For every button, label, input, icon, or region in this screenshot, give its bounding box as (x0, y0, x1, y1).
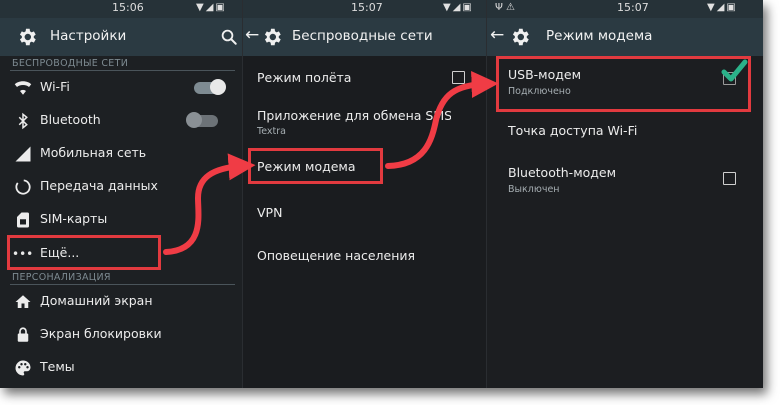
home-icon (15, 295, 31, 308)
bluetooth-icon (18, 112, 28, 130)
gear-icon (19, 28, 36, 46)
battery-status-icon: ▣ (462, 2, 474, 13)
app-bar: Настройки (0, 18, 243, 56)
status-time: 15:07 (351, 1, 383, 14)
section-personalization: ПЕРСОНАЛИЗАЦИЯ (12, 272, 111, 283)
list-item-sublabel: Выключен (508, 184, 560, 195)
wifi-status-icon: ▼ (443, 2, 453, 13)
section-wireless: БЕСПРОВОДНЫЕ СЕТИ (12, 58, 129, 69)
gear-icon (264, 28, 281, 46)
settings-item-bluetooth[interactable]: Bluetooth (0, 106, 243, 136)
usb-status-icon: Ψ ⚠ (495, 2, 516, 13)
settings-item-wifi[interactable]: Wi-Fi (0, 73, 243, 103)
list-item-label: Приложение для обмена SMS (257, 108, 451, 123)
palette-icon (15, 360, 31, 376)
status-time: 15:07 (617, 1, 649, 14)
settings-panel: 15:06 ▼◢▣ Настройки БЕСПРОВОДНЫЕ СЕТИ Wi… (0, 0, 243, 388)
settings-item-label: Домашний экран (40, 293, 153, 308)
status-icons: ▼◢▣ (707, 2, 738, 13)
wifi-status-icon: ▼ (196, 2, 206, 13)
status-bar: 15:06 ▼◢▣ (0, 0, 243, 18)
highlight-more-box (7, 235, 161, 270)
settings-item-sim-cards[interactable]: SIM-карты (0, 205, 243, 235)
page-title: Настройки (50, 28, 127, 44)
back-arrow-icon[interactable]: ← (490, 25, 504, 45)
back-arrow-icon[interactable]: ← (245, 25, 259, 45)
signal-status-icon: ◢ (205, 2, 216, 13)
settings-item-label: Bluetooth (40, 112, 101, 127)
wifi-icon (14, 81, 32, 95)
section-divider (10, 70, 235, 71)
wifi-toggle[interactable] (194, 79, 226, 95)
list-item-label: Точка доступа Wi-Fi (508, 123, 638, 138)
list-item-label: Режим полёта (257, 70, 352, 85)
settings-item-label: Wi-Fi (40, 79, 70, 94)
settings-item-label: Мобильная сеть (40, 145, 147, 160)
battery-status-icon: ▣ (215, 2, 227, 13)
settings-item-home-screen[interactable]: Домашний экран (0, 287, 243, 317)
page-title: Режим модема (546, 28, 653, 44)
highlight-usb-modem-box (496, 56, 751, 112)
bluetooth-modem-checkbox[interactable] (723, 172, 736, 185)
status-bar: 15:07 ▼◢▣ (243, 0, 487, 18)
settings-item-themes[interactable]: Темы (0, 353, 243, 383)
settings-item-label: Экран блокировки (40, 326, 162, 341)
settings-item-mobile-network[interactable]: Мобильная сеть (0, 139, 243, 169)
status-icons: ▼◢▣ (196, 2, 227, 13)
lock-icon (17, 327, 29, 342)
highlight-tethering-box (248, 148, 383, 184)
app-bar: ← Беспроводные сети (243, 18, 487, 56)
list-item-label: VPN (257, 205, 283, 220)
wifi-status-icon: ▼ (707, 2, 717, 13)
settings-item-lock-screen[interactable]: Экран блокировки (0, 320, 243, 350)
search-icon[interactable] (220, 28, 238, 46)
list-item-label: Оповещение населения (257, 248, 416, 263)
signal-status-icon: ◢ (452, 2, 463, 13)
settings-item-label: SIM-карты (40, 211, 108, 226)
page-title: Беспроводные сети (292, 28, 433, 44)
list-item-sublabel: Textra (257, 126, 286, 137)
settings-item-label: Темы (40, 359, 75, 374)
status-icons: ▼◢▣ (443, 2, 474, 13)
data-usage-icon (15, 179, 31, 195)
signal-icon (15, 146, 31, 162)
status-time: 15:06 (112, 1, 144, 14)
wireless-panel: 15:07 ▼◢▣ ← Беспроводные сети Режим полё… (243, 0, 487, 388)
settings-item-data-usage[interactable]: Передача данных (0, 172, 243, 202)
bluetooth-toggle[interactable] (186, 112, 218, 128)
app-bar: ← Режим модема (487, 18, 763, 56)
airplane-checkbox[interactable] (452, 71, 465, 84)
list-item-label: Bluetooth-модем (508, 165, 617, 180)
signal-status-icon: ◢ (716, 2, 727, 13)
sim-card-icon (17, 212, 29, 228)
battery-status-icon: ▣ (726, 2, 738, 13)
screenshot-frame: 15:06 ▼◢▣ Настройки БЕСПРОВОДНЫЕ СЕТИ Wi… (0, 0, 763, 388)
status-bar: Ψ ⚠ 15:07 ▼◢▣ (487, 0, 763, 18)
gear-icon (512, 28, 529, 46)
section-divider (10, 284, 235, 285)
settings-item-label: Передача данных (40, 178, 158, 193)
